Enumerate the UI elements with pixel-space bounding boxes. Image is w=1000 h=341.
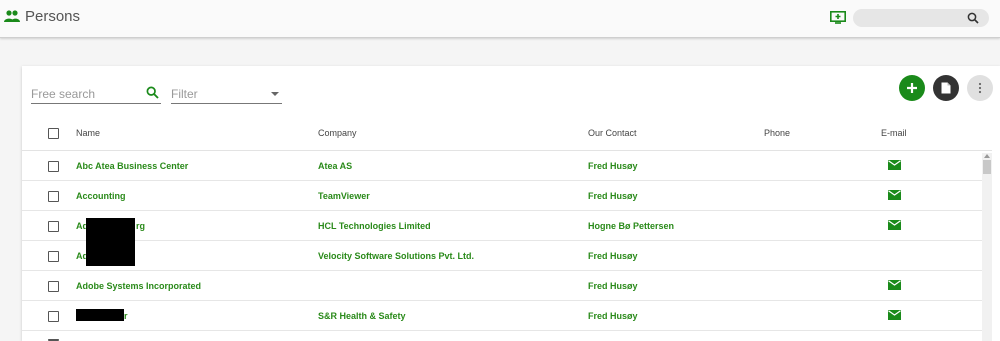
- document-icon: [941, 82, 951, 94]
- chevron-down-icon: [271, 92, 279, 96]
- persons-card: Filter Name Company Our Contact Phone E-…: [22, 66, 1000, 341]
- row-checkbox[interactable]: [48, 221, 59, 232]
- more-options-button[interactable]: [967, 75, 993, 101]
- free-search-input[interactable]: [31, 86, 139, 102]
- column-header-email[interactable]: E-mail: [881, 128, 907, 138]
- column-header-phone[interactable]: Phone: [764, 128, 790, 138]
- our-contact-link[interactable]: Fred Husøy: [588, 251, 638, 261]
- filter-label: Filter: [171, 87, 198, 101]
- monitor-add-icon[interactable]: [830, 11, 846, 25]
- row-checkbox[interactable]: [48, 191, 59, 202]
- column-header-name[interactable]: Name: [76, 128, 100, 138]
- column-header-company[interactable]: Company: [318, 128, 357, 138]
- document-button[interactable]: [933, 75, 959, 101]
- person-name-link[interactable]: Abc Atea Business Center: [76, 161, 188, 171]
- table-row[interactable]: Abc Atea Business Center Atea AS Fred Hu…: [22, 151, 992, 181]
- more-vertical-icon: [978, 82, 982, 94]
- company-link[interactable]: S&R Health & Safety: [318, 311, 406, 321]
- scroll-up-arrow-icon[interactable]: [984, 154, 990, 158]
- plus-icon: [907, 83, 917, 93]
- redaction-block: [86, 218, 135, 266]
- redaction-block: [76, 309, 124, 321]
- envelope-icon[interactable]: [888, 310, 901, 320]
- row-checkbox[interactable]: [48, 161, 59, 172]
- people-icon: [4, 10, 20, 22]
- add-person-button[interactable]: [899, 75, 925, 101]
- table-row[interactable]: Ad rg HCL Technologies Limited Hogne Bø …: [22, 211, 992, 241]
- our-contact-link[interactable]: Fred Husøy: [588, 161, 638, 171]
- person-name-suffix[interactable]: r: [124, 311, 128, 321]
- row-checkbox[interactable]: [48, 281, 59, 292]
- row-checkbox[interactable]: [48, 311, 59, 322]
- our-contact-link[interactable]: Fred Husøy: [588, 311, 638, 321]
- scrollbar-thumb[interactable]: [983, 160, 991, 174]
- page-title: Persons: [25, 8, 81, 25]
- row-checkbox[interactable]: [48, 251, 59, 262]
- envelope-icon[interactable]: [888, 160, 901, 170]
- person-name-link[interactable]: Accounting: [76, 191, 126, 201]
- top-bar: Persons: [0, 0, 1000, 38]
- table-row[interactable]: [22, 331, 992, 341]
- search-icon[interactable]: [967, 12, 979, 24]
- table-header: Name Company Our Contact Phone E-mail: [22, 117, 992, 151]
- search-icon[interactable]: [146, 86, 159, 99]
- table-scrollbar[interactable]: [982, 153, 992, 341]
- table-row[interactable]: Adobe Systems Incorporated Fred Husøy: [22, 271, 992, 301]
- envelope-icon[interactable]: [888, 280, 901, 290]
- table-row[interactable]: r S&R Health & Safety Fred Husøy: [22, 301, 992, 331]
- company-link[interactable]: HCL Technologies Limited: [318, 221, 431, 231]
- column-header-our-contact[interactable]: Our Contact: [588, 128, 637, 138]
- person-name-link[interactable]: Adobe Systems Incorporated: [76, 281, 201, 291]
- company-link[interactable]: TeamViewer: [318, 191, 370, 201]
- filter-select[interactable]: Filter: [171, 82, 282, 104]
- envelope-icon[interactable]: [888, 190, 901, 200]
- our-contact-link[interactable]: Fred Husøy: [588, 191, 638, 201]
- table-row[interactable]: Accounting TeamViewer Fred Husøy: [22, 181, 992, 211]
- table-row[interactable]: Ad Velocity Software Solutions Pvt. Ltd.…: [22, 241, 992, 271]
- company-link[interactable]: Velocity Software Solutions Pvt. Ltd.: [318, 251, 474, 261]
- person-name-suffix[interactable]: rg: [136, 221, 145, 231]
- select-all-checkbox[interactable]: [48, 128, 59, 139]
- our-contact-link[interactable]: Hogne Bø Pettersen: [588, 221, 674, 231]
- free-search-field[interactable]: [31, 82, 161, 104]
- envelope-icon[interactable]: [888, 220, 901, 230]
- our-contact-link[interactable]: Fred Husøy: [588, 281, 638, 291]
- global-search-input[interactable]: [853, 9, 989, 27]
- company-link[interactable]: Atea AS: [318, 161, 352, 171]
